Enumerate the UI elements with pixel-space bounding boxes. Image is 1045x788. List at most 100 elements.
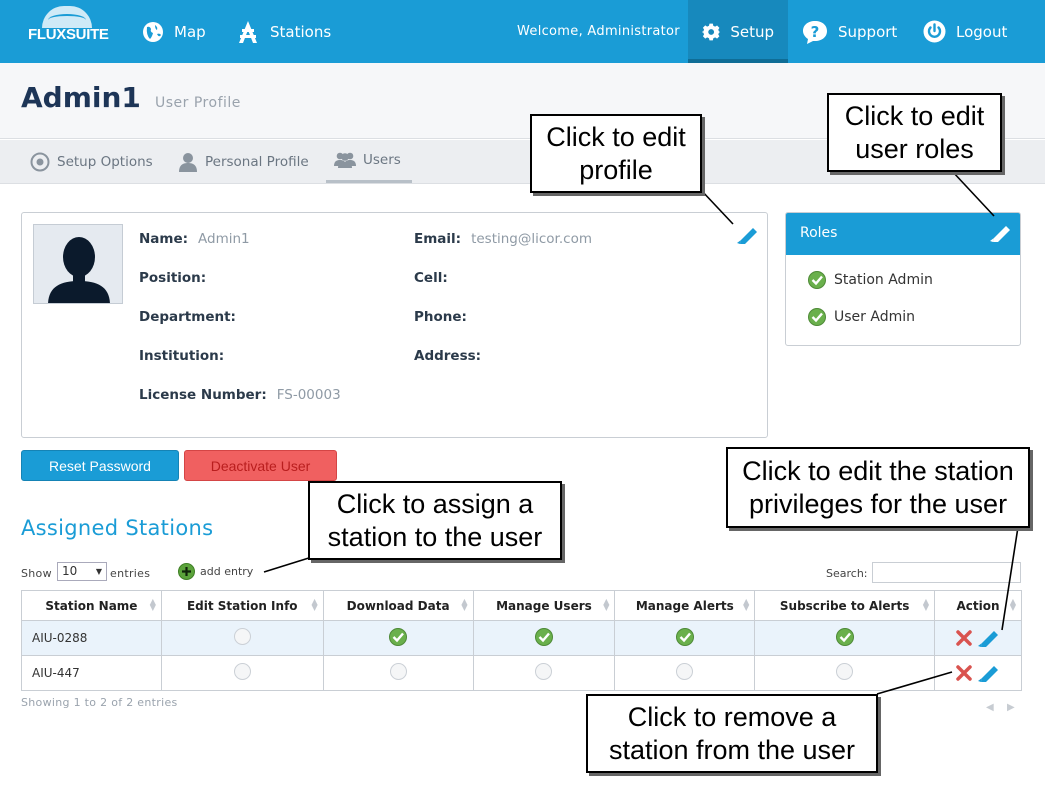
callout-edit-roles: Click to edit user roles bbox=[827, 93, 1002, 172]
table-row: AIU-0288 bbox=[21, 620, 1022, 656]
sort-icon: ▲ ▼ bbox=[461, 597, 468, 612]
show-label: Show bbox=[21, 567, 52, 580]
privilege-cell bbox=[614, 655, 756, 691]
profile-name: Name: Admin1 bbox=[139, 231, 250, 247]
check-circle-icon[interactable] bbox=[675, 627, 694, 646]
edit-pencil-icon[interactable] bbox=[978, 664, 1000, 682]
privilege-cell bbox=[160, 655, 324, 691]
check-circle-icon bbox=[808, 308, 826, 326]
table-info: Showing 1 to 2 of 2 entries bbox=[21, 696, 178, 709]
nav-logout[interactable]: Logout bbox=[923, 0, 1007, 63]
institution-label: Institution: bbox=[139, 348, 225, 364]
role-label: Station Admin bbox=[834, 272, 933, 288]
privilege-radio[interactable] bbox=[836, 663, 854, 680]
entries-select[interactable]: 10 ▼ bbox=[57, 562, 107, 581]
remove-x-icon[interactable] bbox=[956, 630, 972, 646]
plus-circle-icon bbox=[178, 563, 195, 580]
assigned-stations-title: Assigned Stations bbox=[21, 516, 214, 540]
person-icon bbox=[179, 152, 197, 172]
privilege-cell bbox=[472, 655, 616, 691]
profile-institution: Institution: bbox=[139, 348, 224, 364]
search-label: Search: bbox=[826, 567, 868, 580]
table-row: AIU-447 bbox=[21, 655, 1022, 691]
add-entry-button[interactable]: add entry bbox=[178, 563, 253, 580]
sort-icon: ▲ ▼ bbox=[743, 597, 750, 612]
department-label: Department: bbox=[139, 309, 236, 325]
phone-label: Phone: bbox=[414, 309, 467, 325]
tab-users[interactable]: Users bbox=[326, 140, 412, 183]
check-circle-icon[interactable] bbox=[389, 627, 408, 646]
logo-text: FLUXSUITE bbox=[28, 26, 109, 43]
search-input[interactable] bbox=[872, 562, 1021, 583]
nav-map[interactable]: Map bbox=[142, 0, 206, 63]
column-header[interactable]: Subscribe to Alerts ▲ ▼ bbox=[754, 590, 936, 621]
page-title: Admin1 bbox=[21, 81, 141, 114]
privilege-cell bbox=[472, 620, 616, 656]
privilege-radio[interactable] bbox=[676, 663, 694, 680]
privilege-cell bbox=[614, 620, 756, 656]
privilege-cell bbox=[160, 620, 324, 656]
profile-department: Department: bbox=[139, 309, 236, 325]
remove-x-icon[interactable] bbox=[956, 665, 972, 681]
deactivate-user-button[interactable]: Deactivate User bbox=[184, 450, 337, 481]
fluxsuite-logo[interactable]: FLUXSUITE bbox=[28, 6, 109, 58]
nav-stations[interactable]: Stations bbox=[236, 0, 331, 63]
profile-cell: Cell: bbox=[414, 270, 448, 286]
nav-support[interactable]: ? Support bbox=[802, 0, 897, 63]
tab-users-label: Users bbox=[363, 152, 401, 168]
privilege-radio[interactable] bbox=[389, 663, 407, 680]
column-header[interactable]: Download Data ▲ ▼ bbox=[322, 590, 474, 621]
prev-page-icon[interactable]: ◀ bbox=[986, 702, 994, 713]
nav-setup-label: Setup bbox=[730, 22, 774, 41]
profile-card: Name: Admin1 Email: testing@licor.com Posi… bbox=[21, 212, 768, 438]
role-label: User Admin bbox=[834, 309, 915, 325]
tab-personal-profile[interactable]: Personal Profile bbox=[170, 140, 317, 183]
column-header[interactable]: Action ▲ ▼ bbox=[934, 590, 1022, 621]
column-header[interactable]: Station Name ▲ ▼ bbox=[21, 590, 162, 621]
cell-label: Cell: bbox=[414, 270, 448, 286]
users-icon bbox=[334, 152, 356, 168]
privilege-cell bbox=[322, 620, 474, 656]
column-header[interactable]: Manage Users ▲ ▼ bbox=[472, 590, 616, 621]
name-value: Admin1 bbox=[198, 231, 250, 247]
welcome-label: Welcome, Administrator bbox=[517, 24, 680, 39]
page-subtitle: User Profile bbox=[155, 95, 241, 111]
gear-icon bbox=[30, 152, 50, 171]
privilege-radio[interactable] bbox=[233, 628, 251, 645]
nav-stations-label: Stations bbox=[270, 22, 332, 41]
entries-label: entries bbox=[110, 567, 151, 580]
profile-license: License Number: FS-00003 bbox=[139, 387, 341, 403]
nav-logout-label: Logout bbox=[956, 22, 1008, 41]
sort-icon: ▲ ▼ bbox=[603, 597, 610, 612]
edit-pencil-icon[interactable] bbox=[978, 629, 1000, 647]
privilege-cell bbox=[754, 620, 936, 656]
column-header[interactable]: Edit Station Info ▲ ▼ bbox=[160, 590, 324, 621]
tower-icon bbox=[239, 20, 257, 43]
top-navbar: FLUXSUITE Map Stations Welcome, Administ… bbox=[0, 0, 1045, 63]
sort-icon: ▲ ▼ bbox=[922, 597, 930, 612]
profile-phone: Phone: bbox=[414, 309, 467, 325]
check-circle-icon[interactable] bbox=[835, 627, 854, 646]
column-header[interactable]: Manage Alerts ▲ ▼ bbox=[614, 590, 756, 621]
add-entry-label: add entry bbox=[200, 565, 254, 578]
profile-email: Email: testing@licor.com bbox=[414, 231, 592, 247]
privilege-cell bbox=[754, 655, 936, 691]
check-circle-icon[interactable] bbox=[534, 627, 553, 646]
table-header-row: Station Name ▲ ▼ Edit Station Info ▲ ▼ Downl… bbox=[21, 590, 1022, 621]
svg-text:?: ? bbox=[811, 23, 820, 41]
tab-setup-options[interactable]: Setup Options bbox=[22, 140, 161, 183]
license-value: FS-00003 bbox=[276, 387, 341, 403]
avatar bbox=[33, 224, 123, 304]
privilege-radio[interactable] bbox=[233, 663, 251, 680]
nav-setup[interactable]: Setup bbox=[688, 0, 788, 63]
reset-password-button[interactable]: Reset Password bbox=[21, 450, 179, 481]
next-page-icon[interactable]: ▶ bbox=[1007, 702, 1015, 713]
person-silhouette-icon bbox=[48, 237, 110, 303]
edit-roles-pencil-icon[interactable] bbox=[990, 224, 1012, 242]
nav-map-label: Map bbox=[174, 22, 206, 41]
edit-profile-pencil-icon[interactable] bbox=[737, 226, 759, 244]
roles-title: Roles bbox=[800, 225, 838, 241]
sort-icon: ▲ ▼ bbox=[1009, 597, 1016, 612]
check-circle-icon bbox=[808, 271, 826, 289]
privilege-radio[interactable] bbox=[535, 663, 553, 680]
